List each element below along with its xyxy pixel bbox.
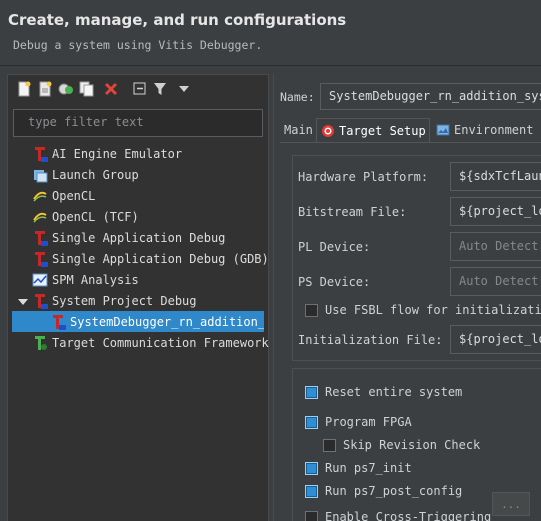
tree-item-label: System Project Debug — [52, 293, 197, 308]
config-tabs: Main Target Setup Environment — [280, 118, 541, 142]
configuration-details-panel: Name: SystemDebugger_rn_addition_system … — [273, 74, 541, 521]
ps-device-field[interactable]: Auto Detect — [450, 267, 541, 296]
skip-revision-row[interactable]: Skip Revision Check — [323, 438, 480, 452]
tcf-red-icon — [32, 251, 48, 267]
tree-item-launch-group[interactable]: Launch Group — [8, 164, 268, 185]
cross-triggering-row[interactable]: Enable Cross-Triggering — [305, 510, 491, 521]
hardware-platform-field[interactable]: ${sdxTcfLaunch — [450, 162, 541, 191]
name-input[interactable]: SystemDebugger_rn_addition_system — [320, 83, 541, 110]
tree-item-label: Single Application Debug (GDB) — [52, 251, 269, 266]
dialog-subtitle: Debug a system using Vitis Debugger. — [13, 38, 263, 52]
tab-label: Main — [284, 123, 313, 137]
fsbl-flow-checkbox[interactable] — [305, 303, 318, 317]
tab-target-setup[interactable]: Target Setup — [316, 118, 430, 142]
run-ps7-init-row[interactable]: Run ps7_init — [305, 461, 412, 475]
tcf-red-icon — [32, 293, 48, 309]
opencl-icon — [32, 209, 48, 225]
tree-item-label: SPM Analysis — [52, 272, 139, 287]
tree-item-label: OpenCL — [52, 188, 96, 203]
tree-item-label: SystemDebugger_rn_addition_system — [70, 314, 264, 329]
tree-item-label: Target Communication Framework — [52, 335, 269, 350]
tab-label: Environment — [454, 123, 534, 137]
fsbl-flow-checkbox-row[interactable]: Use FSBL flow for initialization — [305, 303, 541, 317]
filter-input[interactable] — [28, 115, 248, 129]
spm-chart-icon — [32, 272, 48, 288]
tree-item-ai-engine-emulator[interactable]: AI Engine Emulator — [8, 143, 268, 164]
delete-configuration-icon[interactable] — [103, 81, 119, 97]
dialog-header: Create, manage, and run configurations D… — [0, 0, 541, 66]
duplicate-configuration-icon[interactable] — [79, 81, 95, 97]
tree-item-opencl-tcf[interactable]: OpenCL (TCF) — [8, 206, 268, 227]
tree-item-single-application-debug-gdb[interactable]: Single Application Debug (GDB) — [8, 248, 269, 269]
target-icon — [321, 124, 335, 138]
bitstream-file-field[interactable]: ${project_loc — [450, 197, 541, 226]
run-ps7-post-config-label: Run ps7_post_config — [325, 484, 463, 498]
filter-icon[interactable] — [152, 81, 168, 97]
fsbl-flow-label: Use FSBL flow for initialization — [325, 303, 541, 317]
collapse-all-icon[interactable] — [132, 81, 148, 97]
tcf-red-icon — [32, 146, 48, 162]
tcf-red-icon — [50, 314, 66, 330]
expanded-chevron-icon[interactable] — [18, 296, 28, 306]
tree-item-spm-analysis[interactable]: SPM Analysis — [8, 269, 268, 290]
skip-revision-checkbox[interactable] — [323, 438, 336, 452]
dialog-title: Create, manage, and run configurations — [8, 11, 347, 29]
environment-icon — [436, 123, 450, 137]
opencl-icon — [32, 188, 48, 204]
tab-main[interactable]: Main — [280, 118, 317, 142]
view-menu-chevron-down-icon[interactable] — [176, 81, 192, 97]
initialization-file-label: Initialization File: — [298, 333, 443, 347]
pl-device-field[interactable]: Auto Detect — [450, 232, 541, 261]
tab-label: Target Setup — [339, 123, 426, 138]
new-configuration-icon[interactable] — [16, 81, 32, 97]
target-setup-page: Hardware Platform: ${sdxTcfLaunch Bitstr… — [280, 142, 541, 521]
program-fpga-row[interactable]: Program FPGA — [305, 415, 412, 429]
reset-system-label: Reset entire system — [325, 385, 463, 399]
tree-item-systemdebugger-rn-addition[interactable]: SystemDebugger_rn_addition_system — [12, 311, 264, 332]
run-ps7-post-config-checkbox[interactable] — [305, 484, 318, 498]
run-ps7-init-checkbox[interactable] — [305, 461, 318, 475]
program-fpga-checkbox[interactable] — [305, 415, 318, 429]
tree-item-single-application-debug[interactable]: Single Application Debug — [8, 227, 268, 248]
program-fpga-label: Program FPGA — [325, 415, 412, 429]
skip-revision-label: Skip Revision Check — [343, 438, 481, 452]
configuration-list-panel: AI Engine Emulator Launch Group OpenCL O… — [7, 74, 269, 521]
reset-system-row[interactable]: Reset entire system — [305, 385, 462, 399]
tree-item-target-communication-framework[interactable]: Target Communication Framework — [8, 332, 269, 353]
cross-triggering-checkbox[interactable] — [305, 510, 318, 521]
launch-group-icon — [32, 167, 48, 183]
new-prototype-icon[interactable] — [37, 81, 53, 97]
tree-item-opencl[interactable]: OpenCL — [8, 185, 268, 206]
hardware-platform-label: Hardware Platform: — [298, 170, 429, 184]
reset-system-checkbox[interactable] — [305, 385, 318, 399]
initialization-file-field[interactable]: ${project_loc — [450, 325, 541, 354]
config-toolbar — [8, 75, 268, 103]
cross-triggering-label: Enable Cross-Triggering — [325, 510, 492, 521]
export-configuration-icon[interactable] — [58, 81, 74, 97]
ps-device-label: PS Device: — [298, 275, 371, 289]
cross-triggering-settings-button[interactable]: ... — [492, 492, 530, 516]
pl-device-label: PL Device: — [298, 240, 371, 254]
tcf-red-icon — [32, 230, 48, 246]
tree-item-label: Single Application Debug — [52, 230, 226, 245]
tree-item-label: AI Engine Emulator — [52, 146, 183, 161]
tree-item-system-project-debug[interactable]: System Project Debug — [8, 290, 268, 311]
tree-item-label: OpenCL (TCF) — [52, 209, 139, 224]
tcf-green-icon — [32, 335, 48, 351]
name-label: Name: — [280, 90, 315, 104]
filter-field[interactable] — [13, 109, 263, 137]
tab-environment[interactable]: Environment — [432, 118, 537, 142]
bitstream-file-label: Bitstream File: — [298, 205, 407, 219]
run-ps7-post-config-row[interactable]: Run ps7_post_config — [305, 484, 462, 498]
target-settings-group: Hardware Platform: ${sdxTcfLaunch Bitstr… — [292, 155, 541, 361]
tree-item-label: Launch Group — [52, 167, 139, 182]
run-ps7-init-label: Run ps7_init — [325, 461, 412, 475]
